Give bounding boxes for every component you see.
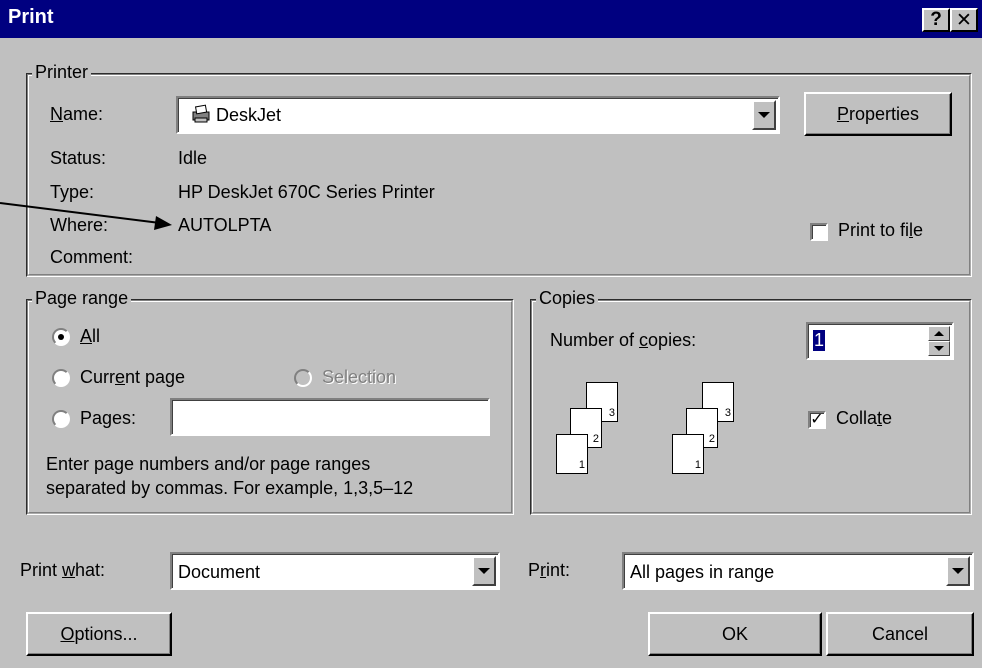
printer-name-value: DeskJet	[216, 105, 282, 125]
pages-input[interactable]	[170, 398, 490, 436]
print-what-dropdown-button[interactable]	[472, 556, 496, 586]
print-what-label: Print what:	[20, 560, 106, 580]
collate-checkbox[interactable]: ✓	[808, 411, 826, 429]
page-range-help-line1: Enter page numbers and/or page ranges	[46, 454, 371, 474]
dialog-title: Print	[8, 6, 54, 28]
collate-label: Collate	[836, 408, 893, 428]
chevron-up-icon	[934, 331, 944, 336]
print-value: All pages in range	[630, 562, 775, 582]
options-button[interactable]: Options...	[26, 612, 172, 656]
copies-input-value[interactable]: 1	[813, 330, 826, 351]
ok-button[interactable]: OK	[648, 612, 822, 656]
properties-button-label: Properties	[836, 103, 920, 124]
radio-all[interactable]	[52, 328, 70, 346]
page-range-legend: Page range	[32, 288, 132, 309]
where-value: AUTOLPTA	[178, 215, 272, 235]
print-what-dropdown[interactable]: Document	[170, 552, 500, 590]
radio-pages-label: Pages:	[80, 408, 137, 428]
properties-button[interactable]: Properties	[804, 92, 952, 136]
close-button[interactable]: ✕	[950, 8, 978, 32]
printer-name-label: Name:	[50, 104, 104, 124]
close-icon: ✕	[956, 9, 972, 31]
status-label: Status:	[50, 148, 107, 168]
spin-down-button[interactable]	[928, 341, 950, 356]
print-what-value: Document	[178, 562, 261, 582]
comment-label: Comment:	[50, 247, 134, 267]
radio-all-label: All	[80, 326, 101, 346]
print-dropdown-button[interactable]	[946, 556, 970, 586]
spin-up-button[interactable]	[928, 326, 950, 341]
print-dropdown[interactable]: All pages in range	[622, 552, 974, 590]
status-value: Idle	[178, 148, 208, 168]
help-button[interactable]: ?	[922, 8, 950, 32]
radio-pages[interactable]	[52, 410, 70, 428]
radio-selection[interactable]	[294, 369, 312, 387]
print-dialog: Print ? ✕ Printer Name: DeskJet Properti…	[0, 0, 982, 668]
chevron-down-icon	[934, 346, 944, 351]
type-value: HP DeskJet 670C Series Printer	[178, 182, 435, 202]
printer-name-dropdown-button[interactable]	[752, 100, 776, 130]
options-button-label: Options...	[60, 623, 138, 644]
number-of-copies-label: Number of copies:	[550, 330, 697, 350]
title-bar[interactable]: Print ? ✕	[0, 0, 982, 38]
printer-group-legend: Printer	[32, 62, 92, 83]
printer-icon	[190, 104, 212, 129]
chevron-down-icon	[758, 112, 770, 118]
copies-spin-buttons[interactable]	[928, 326, 950, 356]
copies-stepper[interactable]: 1	[806, 322, 954, 360]
copies-legend: Copies	[536, 288, 599, 309]
cancel-button[interactable]: Cancel	[826, 612, 974, 656]
chevron-down-icon	[478, 568, 490, 574]
annotation-arrow	[0, 202, 172, 230]
collate-illustration-1: 3 2 1	[552, 382, 632, 482]
radio-current-page[interactable]	[52, 369, 70, 387]
chevron-down-icon	[952, 568, 964, 574]
print-label: Print:	[528, 560, 571, 580]
page-range-help-line2: separated by commas. For example, 1,3,5–…	[46, 478, 414, 498]
help-icon: ?	[930, 9, 942, 30]
cancel-button-label: Cancel	[871, 623, 929, 644]
ok-button-label: OK	[721, 623, 748, 644]
radio-current-page-label: Current page	[80, 367, 186, 387]
print-to-file-label: Print to file	[838, 220, 924, 240]
radio-selection-label: Selection	[322, 367, 397, 387]
printer-name-dropdown[interactable]: DeskJet	[176, 96, 780, 134]
print-to-file-checkbox[interactable]	[810, 223, 828, 241]
collate-illustration-2: 3 2 1	[668, 382, 748, 482]
